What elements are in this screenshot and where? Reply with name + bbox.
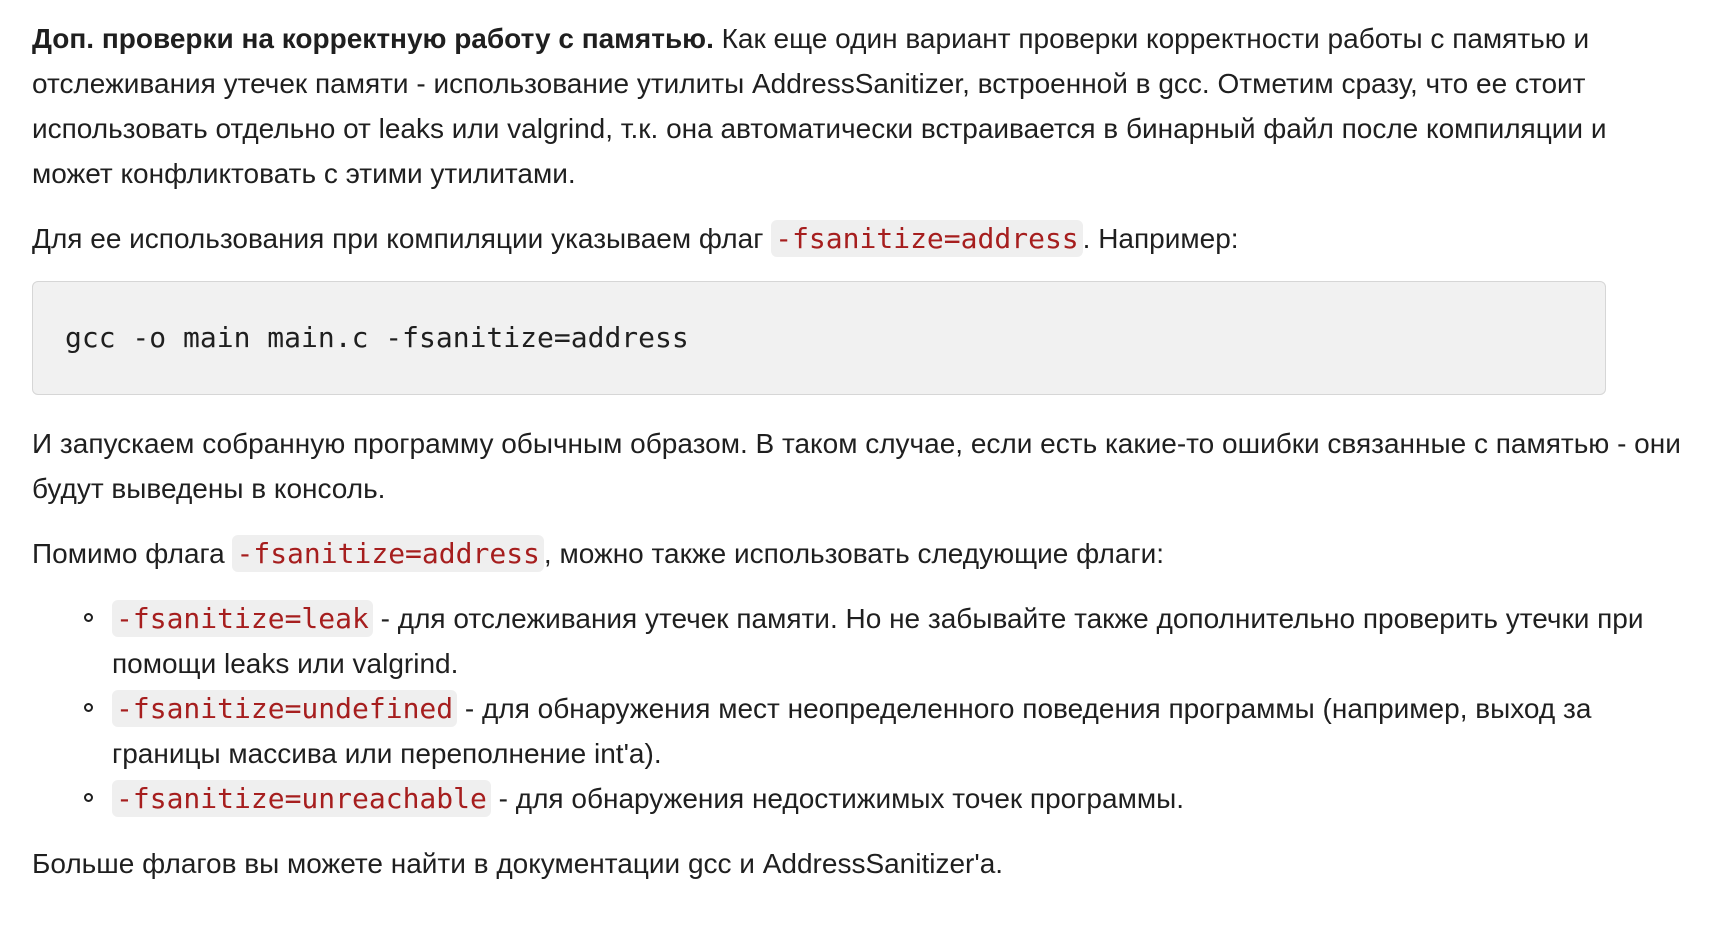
circle-bullet-icon (84, 613, 93, 622)
inline-code-flag: -fsanitize=undefined (112, 690, 458, 727)
circle-bullet-icon (84, 793, 93, 802)
inline-code-flag: -fsanitize=leak (112, 600, 373, 637)
usage-paragraph: Для ее использования при компиляции указ… (32, 216, 1682, 261)
list-item: -fsanitize=leak - для отслеживания утече… (84, 596, 1682, 686)
inline-code-flag: -fsanitize=address (232, 535, 544, 572)
flag-description: - для обнаружения недостижимых точек про… (490, 783, 1184, 814)
flags-list: -fsanitize=leak - для отслеживания утече… (32, 596, 1682, 821)
also-paragraph: Помимо флага -fsanitize=address, можно т… (32, 531, 1682, 576)
document-content: Доп. проверки на корректную работу с пам… (0, 0, 1714, 886)
list-item: -fsanitize=unreachable - для обнаружения… (84, 776, 1682, 821)
usage-text-before: Для ее использования при компиляции указ… (32, 223, 772, 254)
also-text-after: , можно также использовать следующие фла… (543, 538, 1165, 569)
intro-paragraph: Доп. проверки на корректную работу с пам… (32, 16, 1682, 196)
list-item: -fsanitize=undefined - для обнаружения м… (84, 686, 1682, 776)
usage-text-after: . Например: (1082, 223, 1239, 254)
inline-code-flag: -fsanitize=address (771, 220, 1083, 257)
inline-code-flag: -fsanitize=unreachable (112, 780, 491, 817)
also-text-before: Помимо флага (32, 538, 233, 569)
outro-paragraph: Больше флагов вы можете найти в документ… (32, 848, 1004, 879)
code-block: gcc -o main main.c -fsanitize=address (32, 281, 1606, 395)
intro-heading: Доп. проверки на корректную работу с пам… (32, 23, 714, 54)
circle-bullet-icon (84, 703, 93, 712)
run-paragraph: И запускаем собранную программу обычным … (32, 428, 1681, 504)
